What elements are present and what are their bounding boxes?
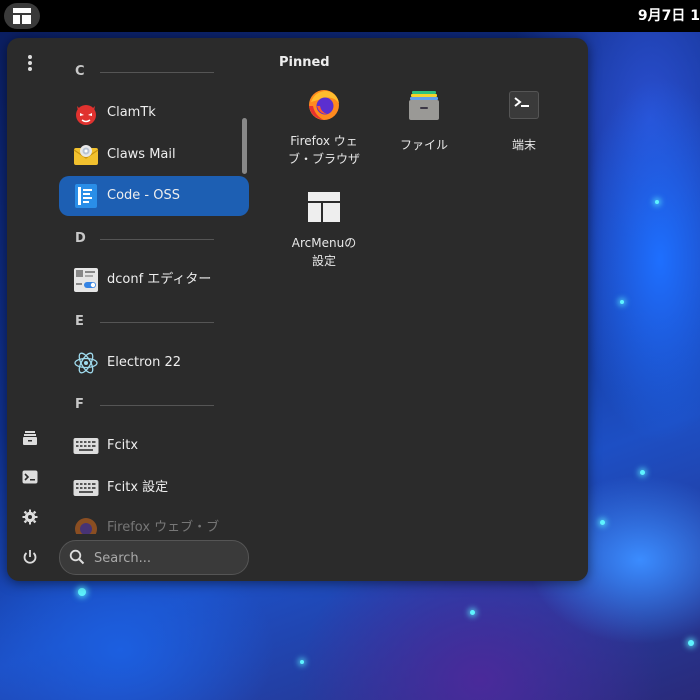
app-item-fcitx-settings[interactable]: Fcitx 設定 bbox=[59, 468, 249, 508]
code-oss-icon bbox=[75, 184, 97, 208]
terminal-icon bbox=[22, 470, 38, 484]
pinned-item-label: ファイル bbox=[399, 138, 448, 152]
gear-icon bbox=[22, 509, 38, 525]
power-icon bbox=[23, 550, 37, 564]
firefox-icon bbox=[75, 518, 97, 534]
keyboard-icon bbox=[73, 480, 99, 496]
app-label: dconf エディター bbox=[107, 272, 212, 287]
app-item-electron[interactable]: Electron 22 bbox=[59, 343, 249, 383]
category-header-e: E bbox=[75, 314, 84, 329]
files-shortcut-button[interactable] bbox=[19, 427, 41, 449]
pinned-item-label: ArcMenuの 設定 bbox=[291, 236, 357, 268]
app-label: Code - OSS bbox=[107, 188, 180, 203]
category-divider bbox=[100, 72, 214, 73]
pinned-item-label: 端末 bbox=[511, 138, 536, 152]
app-label: Electron 22 bbox=[107, 355, 181, 370]
files-icon bbox=[23, 431, 37, 445]
category-header-c: C bbox=[75, 64, 85, 79]
pinned-item-files[interactable]: ファイル bbox=[379, 88, 469, 154]
category-divider bbox=[100, 239, 214, 240]
app-item-firefox[interactable]: Firefox ウェブ・ブ bbox=[59, 510, 249, 534]
app-item-clamtk[interactable]: ClamTk bbox=[59, 93, 249, 133]
search-input[interactable] bbox=[92, 545, 241, 571]
category-divider bbox=[100, 405, 214, 406]
power-button[interactable] bbox=[19, 546, 41, 568]
vertical-dots-icon bbox=[28, 55, 32, 71]
wallpaper-sparkle bbox=[78, 588, 86, 596]
clock[interactable]: 9月7日 1 bbox=[638, 0, 700, 32]
search-icon bbox=[69, 549, 85, 565]
category-divider bbox=[100, 322, 214, 323]
wallpaper-sparkle bbox=[655, 200, 659, 204]
wallpaper-sparkle bbox=[600, 520, 605, 525]
app-label: Fcitx bbox=[107, 438, 139, 453]
pinned-item-arcmenu-settings[interactable]: ArcMenuの 設定 bbox=[279, 190, 369, 270]
wallpaper-sparkle bbox=[688, 640, 694, 646]
app-item-code-oss[interactable]: Code - OSS bbox=[59, 176, 249, 216]
wallpaper-sparkle bbox=[470, 610, 475, 615]
arcmenu-icon bbox=[13, 8, 31, 24]
pinned-section-title: Pinned bbox=[279, 55, 330, 70]
pinned-item-label: Firefox ウェ ブ・ブラウザ bbox=[287, 134, 360, 166]
terminal-icon bbox=[509, 91, 539, 119]
pinned-item-firefox[interactable]: Firefox ウェ ブ・ブラウザ bbox=[279, 88, 369, 168]
app-label: ClamTk bbox=[107, 105, 156, 120]
claws-mail-icon bbox=[73, 145, 99, 165]
category-header-d: D bbox=[75, 231, 86, 246]
pinned-item-terminal[interactable]: 端末 bbox=[479, 88, 569, 154]
wallpaper-sparkle bbox=[640, 470, 645, 475]
clamtk-icon bbox=[76, 105, 96, 125]
top-bar: 9月7日 1 bbox=[0, 0, 700, 32]
settings-shortcut-button[interactable] bbox=[19, 506, 41, 528]
arcmenu-button[interactable] bbox=[4, 3, 40, 29]
firefox-icon bbox=[309, 90, 339, 120]
app-label: Fcitx 設定 bbox=[107, 480, 169, 495]
files-icon bbox=[409, 91, 439, 120]
category-header-f: F bbox=[75, 397, 84, 412]
keyboard-icon bbox=[73, 438, 99, 454]
wallpaper-sparkle bbox=[300, 660, 304, 664]
more-options-button[interactable] bbox=[19, 52, 41, 74]
app-list-scrollbar[interactable] bbox=[242, 118, 247, 174]
dconf-editor-icon bbox=[74, 268, 98, 292]
app-item-fcitx[interactable]: Fcitx bbox=[59, 426, 249, 466]
arcmenu-settings-icon bbox=[308, 192, 340, 222]
terminal-shortcut-button[interactable] bbox=[19, 466, 41, 488]
wallpaper-sparkle bbox=[620, 300, 624, 304]
search-box[interactable] bbox=[59, 540, 249, 575]
arcmenu-panel: C D E F ClamTk Claws Mail Code - OSS dco… bbox=[7, 38, 588, 581]
app-item-dconf-editor[interactable]: dconf エディター bbox=[59, 260, 249, 300]
electron-icon bbox=[74, 352, 98, 374]
app-item-claws-mail[interactable]: Claws Mail bbox=[59, 135, 249, 175]
app-label: Claws Mail bbox=[107, 147, 176, 162]
app-label: Firefox ウェブ・ブ bbox=[107, 520, 220, 534]
